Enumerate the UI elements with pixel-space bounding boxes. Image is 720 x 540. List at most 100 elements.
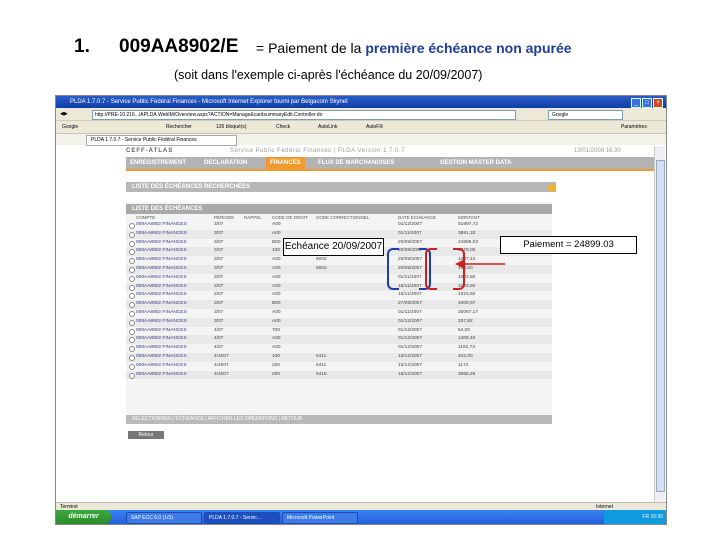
table-cell: 4/07	[214, 336, 224, 342]
table-row[interactable]: 009AA8902 FINANCES 3/07 A00 01/11/2007 1023,…	[126, 274, 552, 283]
table-cell: 337,82	[458, 318, 473, 324]
table-cell: 01/11/2007	[398, 309, 422, 315]
toolbar-settings[interactable]: Paramètres	[621, 121, 647, 133]
row-radio[interactable]	[129, 302, 135, 309]
table-row[interactable]: 009AA8902 FINANCES 3/07 B00 27/09/2007 4009,…	[126, 300, 552, 309]
table-row[interactable]: 009AA8902 FINANCES 4/07 A00 01/12/2007 1162,…	[126, 344, 552, 353]
row-radio[interactable]	[129, 372, 135, 379]
browser-tab[interactable]: PLDA 1.7.0.7 - Service Public Fédéral Fi…	[86, 135, 237, 146]
table-cell: 01/12/2007	[398, 345, 423, 351]
description-highlight: première échéance non apurée	[365, 40, 572, 56]
table-cell: 3/07	[214, 265, 224, 271]
toolbar-autolink[interactable]: AutoLink	[318, 121, 337, 133]
nav-declaration[interactable]: DECLARATION	[200, 157, 251, 169]
google-search-input[interactable]: Google	[548, 109, 623, 120]
row-radio[interactable]	[129, 275, 135, 282]
table-row[interactable]: 009AA8902 FINANCES 3/07 A00 01/12/2007 337,8…	[126, 317, 552, 327]
table-cell: 200	[272, 362, 281, 368]
table-cell: 15/12/2007	[398, 353, 423, 359]
table-cell: 4009,97	[458, 301, 476, 307]
row-radio[interactable]	[129, 240, 135, 247]
table-cell: 700	[272, 327, 281, 333]
table-cell: 01/12/2007	[398, 318, 423, 324]
row-radio[interactable]	[129, 249, 135, 256]
taskbar-sap[interactable]: SAP ECC 6.0 (1/3)	[126, 511, 202, 524]
minimize-icon[interactable]: _	[631, 98, 641, 108]
table-cell: 3/07	[214, 318, 224, 324]
table-cell: A00	[272, 257, 281, 263]
amount-bracket-left	[425, 248, 437, 290]
row-radio[interactable]	[129, 319, 135, 326]
table-cell: 3/07	[214, 222, 224, 227]
table-row[interactable]: 009AA8902 FINANCES 3/07 A00 01/11/2007 20067…	[126, 309, 552, 318]
table-cell: 01/11/2007	[398, 230, 422, 236]
toolbar-check[interactable]: Check	[276, 121, 290, 133]
action-bar: SÉLECTIONNER L'ÉCHÉANCE | AFFICHER LES O…	[126, 415, 552, 424]
action-bar-links[interactable]: SÉLECTIONNER L'ÉCHÉANCE | AFFICHER LES O…	[126, 416, 302, 422]
table-cell: 009AA8902 FINANCES	[136, 248, 187, 254]
maximize-icon[interactable]: □	[642, 98, 652, 108]
table-cell: 009AA8902 FINANCES	[136, 274, 187, 280]
table-row[interactable]: 009AA8902 FINANCES 2/07 A00 15/11/2007 1023,…	[126, 282, 552, 292]
table-row[interactable]: 009AA8902 FINANCES 4/07 700 01/12/2007 54,00	[126, 327, 552, 336]
row-radio[interactable]	[129, 354, 135, 361]
taskbar-plda[interactable]: PLDA 1.7.0.7 - Servic...	[204, 511, 280, 524]
nav-master-data[interactable]: GESTION MASTER DATA	[436, 157, 515, 169]
table-cell: 009AA8902 FINANCES	[136, 362, 187, 368]
toolbar-blocked[interactable]: 126 bloqué(s)	[216, 121, 247, 133]
table-cell: 51997,72	[458, 222, 479, 227]
table-row[interactable]: 009AA8902 FINANCES 4/4007 100 5411 15/12/200…	[126, 352, 552, 362]
account-code: 009AA8902/E	[119, 36, 239, 57]
arrow-head-icon	[455, 260, 463, 268]
table-row[interactable]: 009AA8902 FINANCES 4/4007 200 5415 15/12/200…	[126, 370, 552, 380]
row-radio[interactable]	[129, 293, 135, 300]
scrollbar-thumb[interactable]	[656, 160, 665, 492]
vertical-scrollbar[interactable]	[654, 146, 665, 502]
table-cell: 4/4007	[214, 353, 229, 359]
table-row[interactable]: 009AA8902 FINANCES 4/07 A00 01/12/2007 1409,…	[126, 335, 552, 345]
table-cell: 009AA8902 FINANCES	[136, 327, 187, 333]
toolbar-autofill[interactable]: AutoFill	[366, 121, 383, 133]
date-bracket-left	[387, 248, 399, 290]
row-radio[interactable]	[129, 328, 135, 335]
table-cell: 3/07	[214, 274, 224, 280]
address-input[interactable]: http://PRE-10.216.../APLDA.WebIM/Overvie…	[92, 109, 516, 120]
nav-finances[interactable]: FINANCES	[266, 157, 305, 169]
back-button[interactable]: Retour	[128, 431, 164, 439]
table-cell: B00	[272, 239, 281, 245]
row-radio[interactable]	[129, 231, 135, 238]
toolbar-google[interactable]: Google	[62, 121, 78, 133]
row-radio[interactable]	[129, 266, 135, 273]
table-cell: 1409,40	[458, 336, 476, 342]
section-title: LISTE DES ÉCHÉANCES RECHERCHÉES	[126, 182, 556, 192]
table-cell: A00	[272, 309, 281, 315]
row-radio[interactable]	[129, 346, 135, 353]
row-radio[interactable]	[129, 363, 135, 370]
nav-flux[interactable]: FLUX DE MARCHANDISES	[314, 157, 398, 169]
nav-enregistrement[interactable]: ENREGISTREMENT	[126, 157, 190, 169]
table-cell: 009AA8902 FINANCES	[136, 292, 187, 298]
table-row[interactable]: 009AA8902 FINANCES 2/07 A00 15/11/2007 1023,…	[126, 291, 552, 300]
col-date: DATE ÉCHÉANCE	[398, 215, 436, 220]
table-cell: 009AA8902 FINANCES	[136, 283, 187, 289]
table-cell: 009AA8902 FINANCES	[136, 336, 187, 342]
close-icon[interactable]: ×	[653, 98, 663, 108]
table-cell: A00	[272, 318, 281, 324]
taskbar-powerpoint[interactable]: Microsoft PowerPoint	[282, 511, 358, 524]
help-icon[interactable]	[548, 184, 556, 192]
row-radio[interactable]	[129, 337, 135, 344]
row-radio[interactable]	[129, 223, 135, 229]
start-button[interactable]: démarrer	[56, 510, 111, 524]
table-cell: 1023,50	[458, 292, 476, 298]
row-radio[interactable]	[129, 258, 135, 265]
row-radio[interactable]	[129, 284, 135, 291]
toolbar-search[interactable]: Rechercher	[166, 121, 192, 133]
browser-titlebar: PLDA 1.7.0.7 - Service Public Fédéral Fi…	[56, 96, 666, 108]
table-cell: 4/4007	[214, 371, 229, 377]
address-bar: ◀▶ http://PRE-10.216.../APLDA.WebIM/Over…	[56, 108, 666, 120]
table-row[interactable]: 009AA8902 FINANCES 4/4007 200 5411 15/12/200…	[126, 362, 552, 371]
table-row[interactable]: 009AA8902 FINANCES 3/07 A00 01/12/2007 51997…	[126, 221, 552, 230]
col-periode: PÉRIODE	[214, 215, 235, 220]
row-radio[interactable]	[129, 310, 135, 317]
back-arrow-icon[interactable]: ◀▶	[60, 108, 68, 120]
